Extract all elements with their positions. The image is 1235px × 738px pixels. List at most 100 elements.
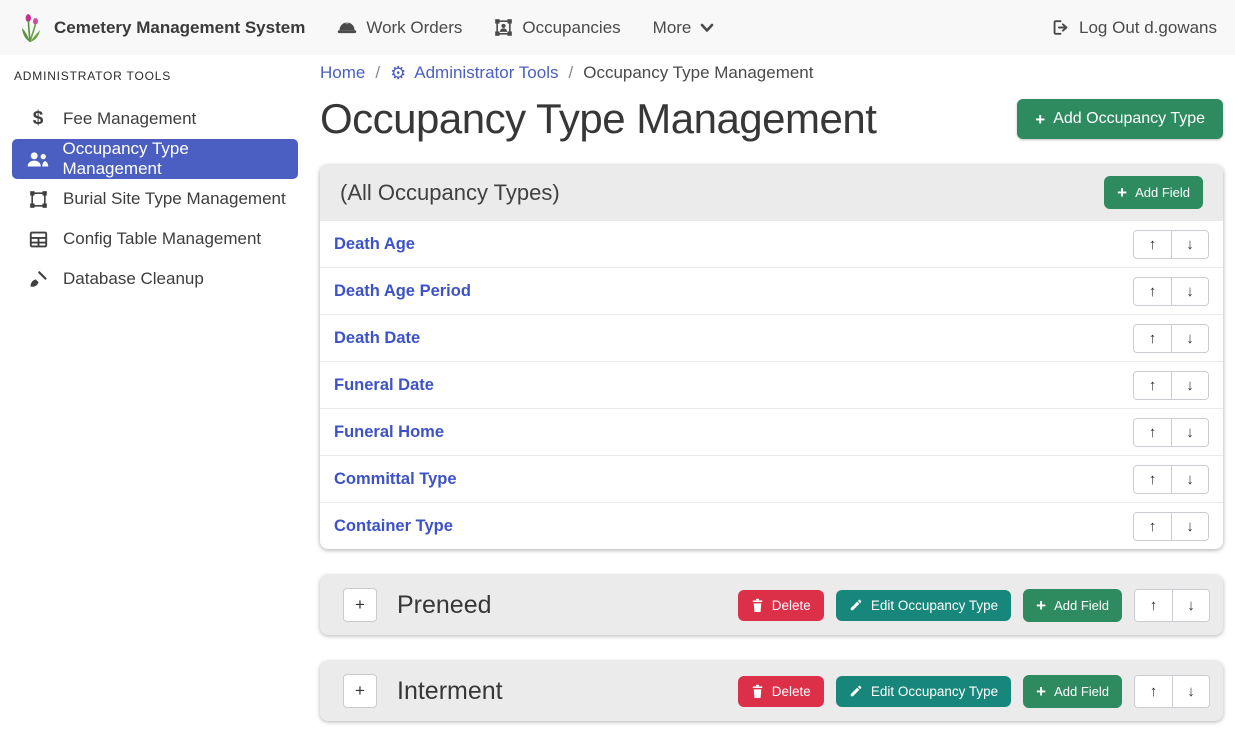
main-content: Home / ⚙ Administrator Tools / Occupancy…: [320, 55, 1223, 721]
move-down-button[interactable]: ↓: [1171, 419, 1208, 446]
delete-label: Delete: [772, 598, 811, 613]
move-down-button[interactable]: ↓: [1171, 466, 1208, 493]
trash-icon: [751, 684, 764, 699]
edit-occupancy-type-button[interactable]: Edit Occupancy Type: [836, 590, 1011, 621]
expand-button[interactable]: +: [343, 588, 377, 622]
breadcrumb-home-link[interactable]: Home: [320, 63, 365, 83]
page-header: Occupancy Type Management + Add Occupanc…: [320, 95, 1223, 143]
pencil-icon: [849, 684, 863, 698]
move-up-button[interactable]: ↑: [1134, 231, 1171, 258]
field-link[interactable]: Funeral Date: [334, 376, 434, 395]
sidebar-item-label: Database Cleanup: [63, 269, 204, 289]
occupancy-type-name: Preneed: [397, 591, 726, 620]
move-down-button[interactable]: ↓: [1171, 278, 1208, 305]
sidebar-heading: ADMINISTRATOR TOOLS: [14, 69, 298, 83]
add-occupancy-type-button[interactable]: + Add Occupancy Type: [1017, 99, 1223, 139]
sidebar-item-database-cleanup[interactable]: Database Cleanup: [12, 259, 298, 299]
reorder-controls: ↑ ↓: [1133, 418, 1209, 447]
all-occupancy-types-panel: (All Occupancy Types) + Add Field Death …: [320, 165, 1223, 549]
move-down-button[interactable]: ↓: [1171, 325, 1208, 352]
add-field-button[interactable]: + Add Field: [1023, 675, 1122, 708]
move-down-button[interactable]: ↓: [1172, 676, 1209, 707]
sidebar-item-fee-management[interactable]: $ Fee Management: [12, 99, 298, 139]
field-link[interactable]: Container Type: [334, 517, 453, 536]
edit-occupancy-type-label: Edit Occupancy Type: [871, 598, 998, 613]
move-up-button[interactable]: ↑: [1135, 676, 1172, 707]
delete-button[interactable]: Delete: [738, 676, 824, 707]
users-icon: [26, 151, 50, 168]
move-up-button[interactable]: ↑: [1134, 513, 1171, 540]
all-occupancy-types-header: (All Occupancy Types) + Add Field: [320, 165, 1223, 220]
plus-icon: +: [1117, 184, 1127, 201]
reorder-controls: ↑ ↓: [1133, 371, 1209, 400]
field-row: Container Type ↑ ↓: [320, 502, 1223, 549]
breadcrumb-current: Occupancy Type Management: [583, 63, 813, 83]
add-occupancy-type-label: Add Occupancy Type: [1053, 110, 1205, 128]
reorder-controls: ↑ ↓: [1133, 465, 1209, 494]
trash-icon: [751, 598, 764, 613]
nav-more-label: More: [653, 18, 692, 38]
move-up-button[interactable]: ↑: [1134, 466, 1171, 493]
broom-icon: [26, 269, 50, 289]
field-row: Death Date ↑ ↓: [320, 314, 1223, 361]
sidebar-item-occupancy-type-management[interactable]: Occupancy Type Management: [12, 139, 298, 179]
reorder-controls: ↑ ↓: [1133, 324, 1209, 353]
breadcrumb: Home / ⚙ Administrator Tools / Occupancy…: [320, 63, 1223, 83]
move-up-button[interactable]: ↑: [1135, 590, 1172, 621]
breadcrumb-admin-tools-label: Administrator Tools: [414, 63, 558, 83]
add-field-button[interactable]: + Add Field: [1023, 589, 1122, 622]
breadcrumb-separator: /: [375, 63, 380, 83]
nav-occupancies-label: Occupancies: [522, 18, 620, 38]
sidebar-item-label: Occupancy Type Management: [63, 139, 289, 179]
edit-occupancy-type-button[interactable]: Edit Occupancy Type: [836, 676, 1011, 707]
move-up-button[interactable]: ↑: [1134, 419, 1171, 446]
field-link[interactable]: Death Age Period: [334, 282, 471, 301]
plus-icon: +: [1036, 597, 1046, 614]
breadcrumb-separator: /: [568, 63, 573, 83]
chevron-down-icon: [700, 23, 714, 33]
page-title: Occupancy Type Management: [320, 95, 876, 143]
delete-label: Delete: [772, 684, 811, 699]
add-field-label: Add Field: [1135, 185, 1190, 200]
move-down-button[interactable]: ↓: [1171, 372, 1208, 399]
sidebar-item-burial-site-type-management[interactable]: Burial Site Type Management: [12, 179, 298, 219]
delete-button[interactable]: Delete: [738, 590, 824, 621]
app-title: Cemetery Management System: [54, 18, 305, 38]
breadcrumb-admin-tools-link[interactable]: ⚙ Administrator Tools: [390, 63, 558, 83]
move-up-button[interactable]: ↑: [1134, 325, 1171, 352]
move-down-button[interactable]: ↓: [1172, 590, 1209, 621]
field-link[interactable]: Funeral Home: [334, 423, 444, 442]
reorder-controls: ↑ ↓: [1134, 589, 1210, 622]
field-link[interactable]: Committal Type: [334, 470, 457, 489]
nav-occupancies[interactable]: Occupancies: [494, 18, 620, 38]
app-brand[interactable]: Cemetery Management System: [18, 12, 305, 44]
top-navbar: Cemetery Management System Work Orders O: [0, 0, 1235, 55]
field-link[interactable]: Death Age: [334, 235, 415, 254]
field-row: Committal Type ↑ ↓: [320, 455, 1223, 502]
sidebar-item-config-table-management[interactable]: Config Table Management: [12, 219, 298, 259]
field-list: Death Age ↑ ↓ Death Age Period ↑ ↓ Dea: [320, 220, 1223, 549]
expand-button[interactable]: +: [343, 674, 377, 708]
table-icon: [26, 231, 50, 248]
edit-occupancy-type-label: Edit Occupancy Type: [871, 684, 998, 699]
move-up-button[interactable]: ↑: [1134, 372, 1171, 399]
vector-square-icon: [26, 190, 50, 209]
move-down-button[interactable]: ↓: [1171, 513, 1208, 540]
nav-work-orders[interactable]: Work Orders: [337, 18, 462, 38]
add-field-button[interactable]: + Add Field: [1104, 176, 1203, 209]
panel-title: (All Occupancy Types): [340, 180, 560, 206]
field-row: Funeral Home ↑ ↓: [320, 408, 1223, 455]
move-down-button[interactable]: ↓: [1171, 231, 1208, 258]
add-field-label: Add Field: [1054, 684, 1109, 699]
nav-work-orders-label: Work Orders: [366, 18, 462, 38]
move-up-button[interactable]: ↑: [1134, 278, 1171, 305]
nav-more[interactable]: More: [653, 18, 715, 38]
occupancy-type-name: Interment: [397, 677, 726, 706]
reorder-controls: ↑ ↓: [1133, 230, 1209, 259]
plus-icon: +: [1035, 111, 1045, 128]
sign-out-icon: [1051, 18, 1070, 37]
logout-button[interactable]: Log Out d.gowans: [1051, 18, 1217, 38]
pencil-icon: [849, 598, 863, 612]
logout-label: Log Out d.gowans: [1079, 18, 1217, 38]
field-link[interactable]: Death Date: [334, 329, 420, 348]
